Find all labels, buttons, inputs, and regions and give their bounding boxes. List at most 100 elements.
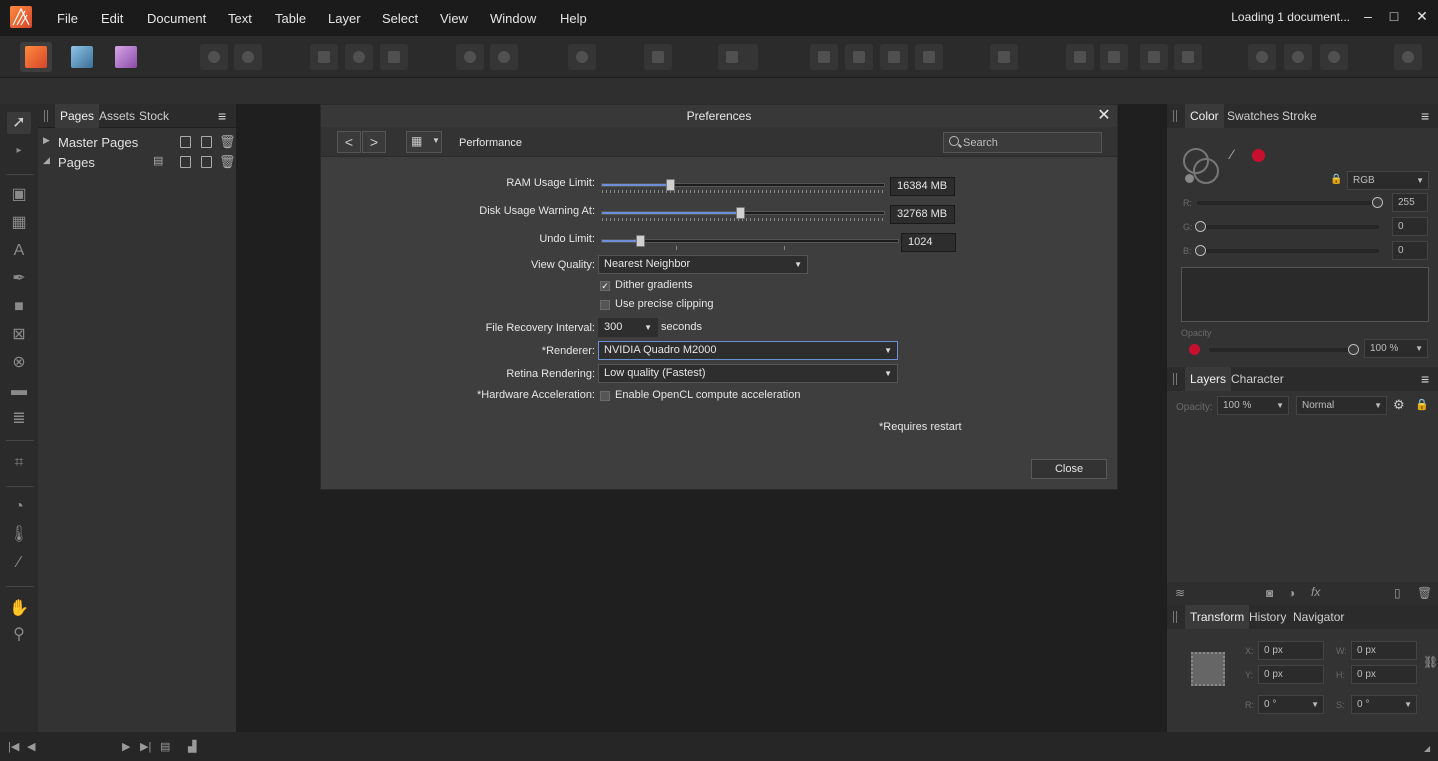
fx-icon[interactable]: fx — [1311, 585, 1320, 599]
designer-persona-button[interactable] — [66, 42, 98, 72]
tree-row-pages[interactable]: ◢ Pages ▤ 🗑 — [38, 152, 236, 172]
g-knob[interactable] — [1195, 221, 1206, 232]
delete-master-icon[interactable]: 🗑 — [219, 134, 236, 150]
r-knob[interactable] — [1372, 197, 1383, 208]
duplicate-page-icon[interactable] — [201, 156, 212, 168]
shear-field[interactable]: 0 ° ▼ — [1351, 695, 1417, 714]
menu-layer[interactable]: Layer — [328, 11, 361, 26]
panel-menu-icon[interactable]: ≡ — [1421, 108, 1429, 124]
toolbar-btn-14-icon[interactable] — [990, 44, 1018, 70]
layers-stack-icon[interactable]: ≋ — [1175, 586, 1185, 600]
current-color-swatch[interactable] — [1252, 149, 1265, 162]
toolbar-btn-15-icon[interactable] — [1066, 44, 1094, 70]
tab-stock[interactable]: Stock — [139, 109, 169, 123]
tab-color[interactable]: Color — [1185, 104, 1224, 128]
y-field[interactable]: 0 px — [1258, 665, 1324, 684]
precise-clipping-checkbox[interactable] — [600, 300, 610, 310]
toolbar-btn-21-icon[interactable] — [1320, 44, 1348, 70]
picture-frame-tool-icon[interactable]: ⊠ — [7, 324, 31, 346]
panel-grip-icon[interactable] — [1173, 110, 1177, 122]
first-page-icon[interactable]: |◀ — [8, 740, 19, 753]
tab-history[interactable]: History — [1249, 610, 1286, 624]
renderer-select[interactable]: NVIDIA Quadro M2000 ▼ — [598, 341, 898, 360]
dither-checkbox[interactable]: ✓ — [600, 281, 610, 291]
pages-icon[interactable]: ▤ — [160, 740, 170, 753]
add-page-icon[interactable] — [180, 156, 191, 168]
zoom-tool-icon[interactable]: ⚲ — [7, 624, 31, 646]
h-field[interactable]: 0 px — [1351, 665, 1417, 684]
search-input[interactable] — [963, 135, 1093, 151]
toolbar-btn-5-icon[interactable] — [380, 44, 408, 70]
expand-arrow-icon[interactable]: ▶ — [43, 135, 50, 146]
toolbar-btn-12-icon[interactable] — [880, 44, 908, 70]
undo-slider-knob[interactable] — [636, 235, 645, 247]
add-master-icon[interactable] — [180, 136, 191, 148]
mask-icon[interactable]: ◙ — [1266, 586, 1273, 600]
opacity-value[interactable]: 100 % ▼ — [1364, 339, 1428, 358]
b-value[interactable]: 0 — [1392, 241, 1428, 260]
r-slider[interactable] — [1197, 201, 1379, 205]
affinity-publisher-logo-icon[interactable] — [10, 6, 32, 28]
toolbar-btn-19-icon[interactable] — [1248, 44, 1276, 70]
text-wrap-tool-icon[interactable]: ≣ — [7, 408, 31, 430]
menu-select[interactable]: Select — [382, 11, 418, 26]
resize-grip-icon[interactable]: ◢ — [1424, 744, 1430, 753]
layers-opacity-field[interactable]: 100 % ▼ — [1217, 396, 1289, 415]
eyedropper-icon[interactable]: ⁄ — [1231, 146, 1233, 162]
tab-swatches[interactable]: Swatches — [1227, 109, 1279, 123]
tab-assets[interactable]: Assets — [99, 109, 135, 123]
delete-page-icon[interactable]: 🗑 — [219, 154, 236, 170]
panel-grip-icon[interactable] — [1173, 611, 1177, 623]
ram-value-field[interactable]: 16384 MB — [890, 177, 955, 196]
delete-layer-icon[interactable]: 🗑 — [1417, 586, 1432, 600]
toolbar-btn-9-icon[interactable] — [644, 44, 672, 70]
node-tool-icon[interactable]: ▸ — [7, 140, 31, 162]
page-options-icon[interactable]: ▤ — [153, 154, 163, 167]
toolbar-btn-4-icon[interactable] — [345, 44, 373, 70]
toolbar-btn-1-icon[interactable] — [200, 44, 228, 70]
add-layer-icon[interactable]: ▯ — [1394, 586, 1401, 600]
color-model-select[interactable]: RGB ▼ — [1347, 171, 1429, 190]
toolbar-btn-7-icon[interactable] — [490, 44, 518, 70]
artistic-text-tool-icon[interactable]: A — [7, 240, 31, 262]
menu-edit[interactable]: Edit — [101, 11, 123, 26]
show-all-button[interactable]: ▦ ▼ — [406, 131, 442, 153]
stroke-well-icon[interactable] — [1193, 158, 1219, 184]
b-slider[interactable] — [1197, 249, 1379, 253]
tree-row-master-pages[interactable]: ▶ Master Pages 🗑 — [38, 132, 236, 152]
r-value[interactable]: 255 — [1392, 193, 1428, 212]
toolbar-btn-18-icon[interactable] — [1174, 44, 1202, 70]
tab-pages[interactable]: Pages — [55, 104, 100, 128]
panel-grip-icon[interactable] — [1173, 373, 1177, 385]
gear-icon[interactable]: ⚙ — [1393, 397, 1405, 413]
panel-grip-icon[interactable] — [44, 110, 48, 122]
close-button[interactable]: Close — [1031, 459, 1107, 479]
duplicate-master-icon[interactable] — [201, 136, 212, 148]
b-knob[interactable] — [1195, 245, 1206, 256]
back-button[interactable]: < — [337, 131, 361, 153]
anchor-selector-icon[interactable] — [1191, 652, 1225, 686]
undo-slider[interactable] — [601, 235, 899, 247]
forward-button[interactable]: > — [362, 131, 386, 153]
undo-value-field[interactable]: 1024 — [901, 233, 956, 252]
dialog-close-icon[interactable]: ✕ — [1095, 107, 1113, 125]
account-icon[interactable] — [1394, 44, 1422, 70]
toolbar-btn-6-icon[interactable] — [456, 44, 484, 70]
menu-file[interactable]: File — [57, 11, 78, 26]
g-value[interactable]: 0 — [1392, 217, 1428, 236]
transparency-tool-icon[interactable]: 🌡 — [7, 524, 31, 546]
panel-menu-icon[interactable]: ≡ — [1421, 371, 1429, 387]
toolbar-btn-16-icon[interactable] — [1100, 44, 1128, 70]
menu-view[interactable]: View — [440, 11, 468, 26]
pen-tool-icon[interactable]: ✒ — [7, 268, 31, 290]
crop-tool-icon[interactable]: ⌗ — [7, 452, 31, 474]
table-tool-icon[interactable]: ▦ — [7, 212, 31, 234]
opencl-checkbox[interactable] — [600, 391, 610, 401]
tab-stroke[interactable]: Stroke — [1282, 109, 1317, 123]
menu-window[interactable]: Window — [490, 11, 536, 26]
recovery-interval-select[interactable]: 300 ▼ — [598, 318, 658, 337]
tab-character[interactable]: Character — [1231, 372, 1284, 386]
toolbar-btn-10-icon[interactable] — [810, 44, 838, 70]
retina-rendering-select[interactable]: Low quality (Fastest) ▼ — [598, 364, 898, 383]
toolbar-btn-11-icon[interactable] — [845, 44, 873, 70]
